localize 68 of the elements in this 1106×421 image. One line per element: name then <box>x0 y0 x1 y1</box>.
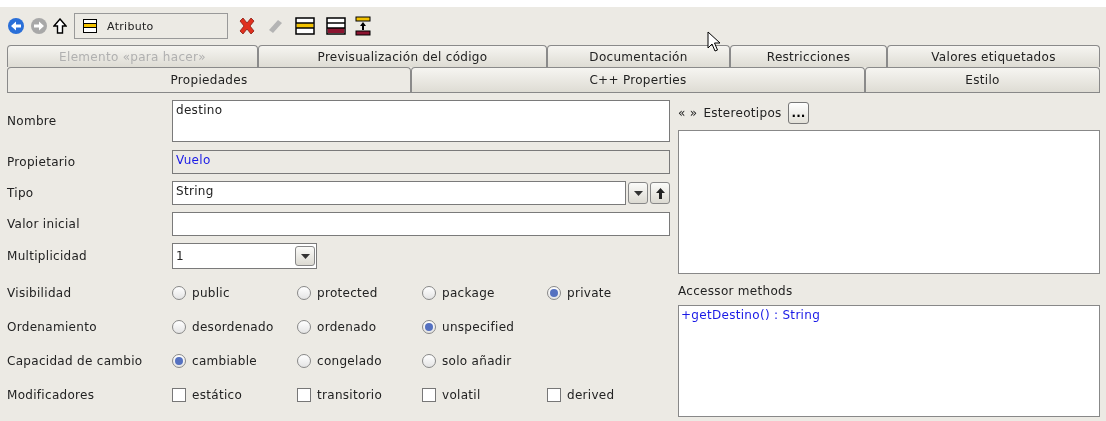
caret-icon <box>300 253 310 259</box>
delete-icon[interactable] <box>237 16 257 36</box>
option-label: congelado <box>317 354 382 368</box>
class-icon[interactable] <box>326 17 346 35</box>
checkbox[interactable] <box>547 388 561 402</box>
checkbox[interactable] <box>297 388 311 402</box>
accessor-item[interactable]: +getDestino() : String <box>679 306 823 324</box>
field-label: Capacidad de cambio <box>7 354 144 368</box>
option-label: solo añadir <box>442 354 512 368</box>
up-arrow-icon <box>655 187 665 199</box>
option-label: package <box>442 286 495 300</box>
mouse-cursor-icon <box>707 31 721 53</box>
field-label: Multiplicidad <box>7 249 89 263</box>
class-icon[interactable] <box>295 17 315 35</box>
back-icon[interactable] <box>7 17 25 35</box>
option-label: volatil <box>442 388 481 402</box>
initial-value-field[interactable] <box>172 212 670 236</box>
field-label: Ordenamiento <box>7 320 98 334</box>
navigate-button[interactable] <box>650 182 670 204</box>
tab[interactable]: C++ Properties <box>411 67 865 92</box>
radio-button[interactable] <box>422 320 436 334</box>
tab[interactable]: Valores etiquetados <box>887 45 1100 67</box>
radio-button[interactable] <box>172 354 186 368</box>
owner-link[interactable]: Vuelo <box>176 153 211 167</box>
class-arrow-icon[interactable] <box>355 16 371 36</box>
option-label: unspecified <box>442 320 515 334</box>
attribute-icon <box>83 19 97 33</box>
radio-button[interactable] <box>422 354 436 368</box>
checkbox[interactable] <box>172 388 186 402</box>
option-label: derived <box>567 388 615 402</box>
field-label: Visibilidad <box>7 286 73 300</box>
option-label: protected <box>317 286 378 300</box>
checkbox[interactable] <box>422 388 436 402</box>
stereotype-arrows[interactable]: « » <box>678 106 698 120</box>
tab[interactable]: Documentación <box>547 45 730 67</box>
type-combo-field[interactable]: String <box>172 181 626 205</box>
radio-button[interactable] <box>422 286 436 300</box>
tab[interactable]: Estilo <box>865 67 1100 92</box>
tab[interactable]: Propiedades <box>7 67 411 92</box>
tab[interactable]: Previsualización del código <box>258 45 547 67</box>
accessor-methods-label: Accessor methods <box>678 284 794 300</box>
option-label: ordenado <box>317 320 377 334</box>
radio-button[interactable] <box>297 286 311 300</box>
name-field[interactable]: destino <box>172 100 670 142</box>
radio-button[interactable] <box>172 320 186 334</box>
option-label: desordenado <box>192 320 274 334</box>
radio-button[interactable] <box>172 286 186 300</box>
multiplicity-combo[interactable]: 1 <box>172 243 317 269</box>
caret-icon <box>633 190 643 196</box>
option-label: estático <box>192 388 243 402</box>
option-label: transitorio <box>317 388 383 402</box>
up-arrow-icon[interactable] <box>53 18 67 34</box>
radio-button[interactable] <box>297 354 311 368</box>
more-button[interactable]: ... <box>787 102 810 124</box>
stereotypes-label: Estereotipos <box>703 106 782 120</box>
radio-button[interactable] <box>297 320 311 334</box>
tab[interactable]: Restricciones <box>730 45 887 67</box>
field-label: Valor inicial <box>7 217 81 231</box>
radio-button[interactable] <box>547 286 561 300</box>
field-label: Propietario <box>7 155 77 169</box>
option-label: private <box>567 286 612 300</box>
dropdown-button[interactable] <box>628 182 648 204</box>
field-label: Nombre <box>7 114 58 128</box>
field-label: Tipo <box>7 186 35 200</box>
field-label: Modificadores <box>7 388 96 402</box>
option-label: cambiable <box>192 354 257 368</box>
element-type-field[interactable]: Atributo <box>74 13 228 39</box>
option-label: public <box>192 286 230 300</box>
